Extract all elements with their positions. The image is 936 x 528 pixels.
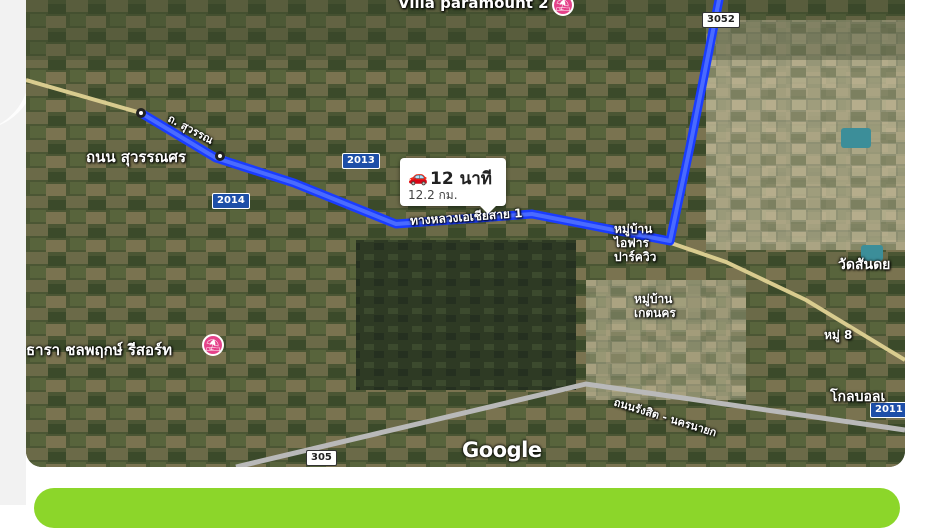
- start-road-label[interactable]: ถนน สุวรรณศร: [86, 145, 186, 169]
- village-2-label[interactable]: หมู่บ้าน เกตนคร: [634, 292, 676, 320]
- route-shield-2013: 2013: [342, 153, 380, 169]
- route-shield-2014: 2014: [212, 193, 250, 209]
- route-waypoint-marker[interactable]: [215, 151, 225, 161]
- village-1-label[interactable]: หมู่บ้าน ไอฟาร ปาร์ควิว: [614, 222, 656, 264]
- route-start-marker[interactable]: [136, 108, 146, 118]
- route-info-callout[interactable]: 🚗 12 นาที 12.2 กม.: [400, 158, 506, 214]
- golf-label[interactable]: โกลบอลเ: [830, 386, 885, 408]
- resort-label[interactable]: ธารา ชลพฤกษ์ รีสอร์ท: [26, 338, 172, 362]
- page-edge: [0, 0, 36, 505]
- route-shield-305: 305: [306, 450, 337, 466]
- resort-pin-icon[interactable]: ⛱: [202, 334, 224, 356]
- google-attribution: Google: [462, 438, 542, 462]
- moo8-label: หมู่ 8: [824, 328, 853, 342]
- place-villa-label[interactable]: Villa paramount 2: [398, 0, 549, 12]
- green-banner: [34, 488, 900, 528]
- map-view[interactable]: Villa paramount 2 ⛱ ถ. สุวรรณ ถนน สุวรรณ…: [26, 0, 905, 467]
- satellite-imagery: [26, 0, 905, 467]
- route-distance: 12.2 กม.: [408, 188, 458, 202]
- temple-label[interactable]: วัดสันดย: [838, 254, 890, 276]
- route-shield-3052: 3052: [702, 12, 740, 28]
- car-icon: 🚗: [408, 167, 428, 186]
